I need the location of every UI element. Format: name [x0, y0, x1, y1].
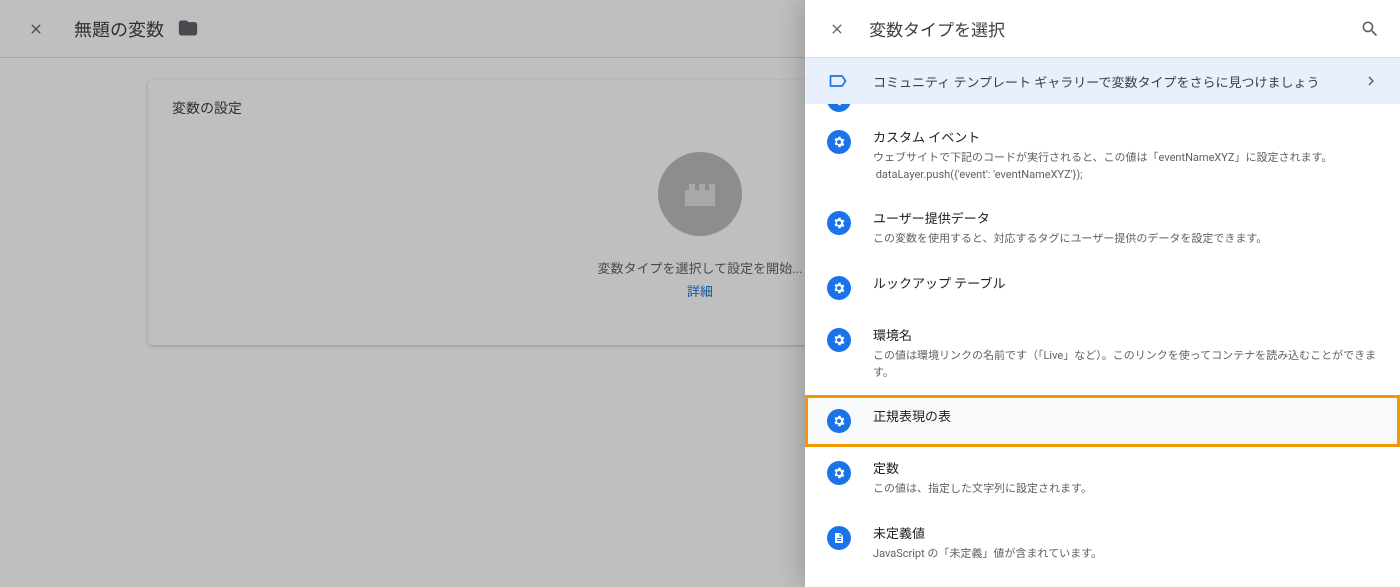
- row-body: 正規表現の表: [873, 409, 1380, 433]
- row-desc: この変数を使用すると、対応するタグにユーザー提供のデータを設定できます。: [873, 231, 1380, 248]
- tag-icon: [827, 70, 849, 92]
- doc-icon: [827, 526, 851, 550]
- variable-title[interactable]: 無題の変数: [74, 16, 164, 42]
- empty-text: 変数タイプを選択して設定を開始...: [598, 258, 803, 277]
- list-item-partial: [805, 104, 1400, 116]
- variable-type-list: カスタム イベントウェブサイトで下記のコードが実行されると、この値は「event…: [805, 104, 1400, 587]
- drawer-title: 変数タイプを選択: [869, 16, 1358, 41]
- row-desc: この値は環境リンクの名前です（「Live」など）。このリンクを使ってコンテナを読…: [873, 348, 1380, 381]
- row-body: ルックアップ テーブル: [873, 276, 1380, 300]
- community-gallery-banner[interactable]: コミュニティ テンプレート ギャラリーで変数タイプをさらに見つけましょう: [805, 58, 1400, 104]
- drawer-header: 変数タイプを選択: [805, 0, 1400, 58]
- variable-type-item[interactable]: 環境名この値は環境リンクの名前です（「Live」など）。このリンクを使ってコンテ…: [805, 314, 1400, 395]
- row-title: カスタム イベント: [873, 130, 1380, 148]
- row-body: 未定義値 JavaScript の「未定義」値が含まれています。: [873, 526, 1380, 563]
- gear-icon: [827, 211, 851, 235]
- variable-type-item[interactable]: 未定義値 JavaScript の「未定義」値が含まれています。: [805, 512, 1400, 577]
- variable-type-item[interactable]: カスタム イベントウェブサイトで下記のコードが実行されると、この値は「event…: [805, 116, 1400, 197]
- row-desc: ウェブサイトで下記のコードが実行されると、この値は「eventNameXYZ」に…: [873, 150, 1380, 167]
- gear-icon: [827, 461, 851, 485]
- row-body: ユーザー提供データこの変数を使用すると、対応するタグにユーザー提供のデータを設定…: [873, 211, 1380, 248]
- row-title: 定数: [873, 461, 1380, 479]
- gear-icon: [827, 130, 851, 154]
- close-icon[interactable]: [22, 15, 50, 43]
- variable-type-item[interactable]: 定数この値は、指定した文字列に設定されます。: [805, 447, 1400, 512]
- close-icon[interactable]: [823, 15, 851, 43]
- folder-icon[interactable]: [178, 18, 200, 40]
- gear-icon: [827, 104, 851, 112]
- row-title: 環境名: [873, 328, 1380, 346]
- variable-type-item[interactable]: ルックアップ テーブル: [805, 262, 1400, 314]
- variable-type-drawer: 変数タイプを選択 コミュニティ テンプレート ギャラリーで変数タイプをさらに見つ…: [805, 0, 1400, 587]
- banner-text: コミュニティ テンプレート ギャラリーで変数タイプをさらに見つけましょう: [873, 72, 1362, 91]
- search-icon[interactable]: [1358, 17, 1382, 41]
- variable-type-item[interactable]: 正規表現の表: [805, 395, 1400, 447]
- chevron-right-icon: [1362, 72, 1380, 90]
- row-title: 正規表現の表: [873, 409, 1380, 427]
- row-title: ルックアップ テーブル: [873, 276, 1380, 294]
- row-title: ユーザー提供データ: [873, 211, 1380, 229]
- row-body: カスタム イベントウェブサイトで下記のコードが実行されると、この値は「event…: [873, 130, 1380, 183]
- row-code: dataLayer.push({'event': 'eventNameXYZ'}…: [873, 167, 1380, 184]
- details-link[interactable]: 詳細: [687, 281, 713, 300]
- gear-icon: [827, 328, 851, 352]
- block-icon: [658, 152, 742, 236]
- variable-type-item[interactable]: 乱数値は 0 から 2147483647 までの乱数に設定されます。: [805, 576, 1400, 587]
- row-desc: この値は、指定した文字列に設定されます。: [873, 481, 1380, 498]
- gear-icon: [827, 276, 851, 300]
- row-title: 未定義値: [873, 526, 1380, 544]
- row-body: 定数この値は、指定した文字列に設定されます。: [873, 461, 1380, 498]
- row-desc: JavaScript の「未定義」値が含まれています。: [873, 546, 1380, 563]
- variable-type-item[interactable]: ユーザー提供データこの変数を使用すると、対応するタグにユーザー提供のデータを設定…: [805, 197, 1400, 262]
- row-body: 環境名この値は環境リンクの名前です（「Live」など）。このリンクを使ってコンテ…: [873, 328, 1380, 381]
- gear-icon: [827, 409, 851, 433]
